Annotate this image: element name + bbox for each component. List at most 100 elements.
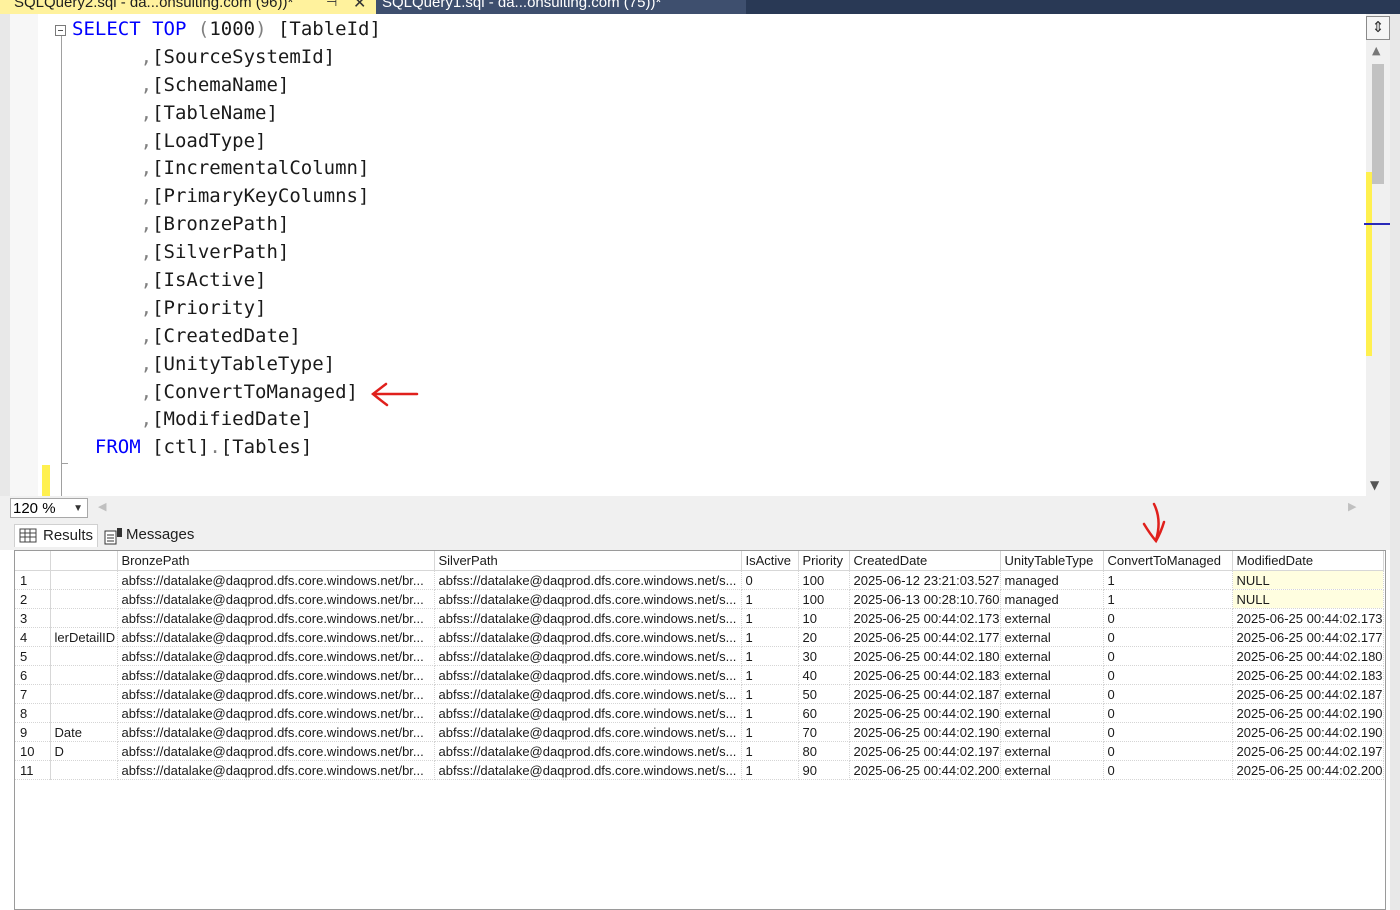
- cell-column-modifieddate[interactable]: 2025-06-25 00:44:02.187: [1232, 684, 1384, 704]
- table-row[interactable]: 4 lerDetailID abfss://datalake@daqprod.dfs…: [15, 627, 1384, 647]
- cell-column-bronzepath[interactable]: abfss://datalake@daqprod.dfs.core.window…: [117, 608, 435, 628]
- cell-column-converttomanaged[interactable]: 0: [1103, 722, 1233, 742]
- cell-column-unitytabletype[interactable]: external: [1000, 760, 1104, 780]
- cell-column-modifieddate[interactable]: 2025-06-25 00:44:02.200: [1232, 760, 1384, 780]
- cell-column-bronzepath[interactable]: abfss://datalake@daqprod.dfs.core.window…: [117, 665, 435, 685]
- cell-column-silverpath[interactable]: abfss://datalake@daqprod.dfs.core.window…: [434, 570, 742, 590]
- cell-column-silverpath[interactable]: abfss://datalake@daqprod.dfs.core.window…: [434, 722, 742, 742]
- header-column-silverpath[interactable]: SilverPath: [434, 551, 742, 571]
- scroll-down-icon[interactable]: ▼: [1370, 478, 1379, 492]
- header-column-partial[interactable]: [50, 551, 118, 571]
- cell-column-silverpath[interactable]: abfss://datalake@daqprod.dfs.core.window…: [434, 627, 742, 647]
- zoom-select[interactable]: 120 % ▼: [10, 498, 88, 518]
- table-row[interactable]: 1 abfss://datalake@daqprod.dfs.core.windo…: [15, 570, 1384, 590]
- cell-column-createddate[interactable]: 2025-06-12 23:21:03.527: [849, 570, 1001, 590]
- query-editor[interactable]: SELECT TOP (1000) [TableId] ,[SourceSyst…: [0, 14, 1366, 496]
- cell-row-number[interactable]: 1: [15, 570, 51, 590]
- cell-column-isactive[interactable]: 1: [741, 665, 799, 685]
- table-row[interactable]: 10 Dabfss://datalake@daqprod.dfs.core.win…: [15, 741, 1384, 761]
- results-table[interactable]: BronzePath SilverPath IsActive Priority Crea…: [15, 551, 1384, 780]
- cell-column-unitytabletype[interactable]: external: [1000, 608, 1104, 628]
- pin-icon[interactable]: ⊣: [326, 0, 337, 10]
- sql-code[interactable]: SELECT TOP (1000) [TableId] ,[SourceSyst…: [72, 16, 381, 462]
- cell-column-converttomanaged[interactable]: 0: [1103, 665, 1233, 685]
- cell-column-priority[interactable]: 30: [798, 646, 850, 666]
- table-row[interactable]: 3 abfss://datalake@daqprod.dfs.core.windo…: [15, 608, 1384, 628]
- tab-messages[interactable]: Messages: [100, 524, 196, 546]
- cell-column-partial[interactable]: [50, 665, 118, 685]
- header-row-number[interactable]: [15, 551, 51, 571]
- cell-column-unitytabletype[interactable]: external: [1000, 646, 1104, 666]
- scroll-up-icon[interactable]: ▲: [1372, 44, 1380, 57]
- cell-column-createddate[interactable]: 2025-06-25 00:44:02.180: [849, 646, 1001, 666]
- cell-column-modifieddate[interactable]: 2025-06-25 00:44:02.180: [1232, 646, 1384, 666]
- cell-column-priority[interactable]: 40: [798, 665, 850, 685]
- cell-column-bronzepath[interactable]: abfss://datalake@daqprod.dfs.core.window…: [117, 627, 435, 647]
- cell-column-priority[interactable]: 70: [798, 722, 850, 742]
- cell-column-createddate[interactable]: 2025-06-25 00:44:02.173: [849, 608, 1001, 628]
- cell-column-modifieddate[interactable]: 2025-06-25 00:44:02.190: [1232, 722, 1384, 742]
- cell-column-converttomanaged[interactable]: 0: [1103, 646, 1233, 666]
- cell-column-partial[interactable]: [50, 608, 118, 628]
- cell-column-converttomanaged[interactable]: 0: [1103, 703, 1233, 723]
- cell-column-priority[interactable]: 80: [798, 741, 850, 761]
- header-column-bronzepath[interactable]: BronzePath: [117, 551, 435, 571]
- cell-column-priority[interactable]: 50: [798, 684, 850, 704]
- cell-column-isactive[interactable]: 0: [741, 570, 799, 590]
- cell-column-createddate[interactable]: 2025-06-25 00:44:02.190: [849, 703, 1001, 723]
- cell-column-priority[interactable]: 10: [798, 608, 850, 628]
- cell-column-createddate[interactable]: 2025-06-25 00:44:02.200: [849, 760, 1001, 780]
- cell-column-modifieddate[interactable]: NULL: [1232, 570, 1384, 590]
- cell-column-isactive[interactable]: 1: [741, 741, 799, 761]
- cell-column-isactive[interactable]: 1: [741, 646, 799, 666]
- table-row[interactable]: 6 abfss://datalake@daqprod.dfs.core.windo…: [15, 665, 1384, 685]
- tab-sqlquery1[interactable]: SQLQuery1.sql - da...onsulting.com (75))…: [376, 0, 746, 14]
- cell-column-createddate[interactable]: 2025-06-25 00:44:02.187: [849, 684, 1001, 704]
- editor-horizontal-scrollbar[interactable]: [0, 496, 1390, 520]
- cell-column-silverpath[interactable]: abfss://datalake@daqprod.dfs.core.window…: [434, 608, 742, 628]
- cell-column-unitytabletype[interactable]: external: [1000, 722, 1104, 742]
- cell-column-silverpath[interactable]: abfss://datalake@daqprod.dfs.core.window…: [434, 646, 742, 666]
- cell-column-modifieddate[interactable]: 2025-06-25 00:44:02.173: [1232, 608, 1384, 628]
- cell-column-unitytabletype[interactable]: external: [1000, 665, 1104, 685]
- cell-column-bronzepath[interactable]: abfss://datalake@daqprod.dfs.core.window…: [117, 589, 435, 609]
- cell-column-silverpath[interactable]: abfss://datalake@daqprod.dfs.core.window…: [434, 760, 742, 780]
- cell-column-modifieddate[interactable]: 2025-06-25 00:44:02.177: [1232, 627, 1384, 647]
- cell-column-bronzepath[interactable]: abfss://datalake@daqprod.dfs.core.window…: [117, 703, 435, 723]
- table-row[interactable]: 8 abfss://datalake@daqprod.dfs.core.windo…: [15, 703, 1384, 723]
- cell-column-unitytabletype[interactable]: managed: [1000, 589, 1104, 609]
- table-row[interactable]: 9 Date abfss://datalake@daqprod.dfs.core.w…: [15, 722, 1384, 742]
- cell-column-bronzepath[interactable]: abfss://datalake@daqprod.dfs.core.window…: [117, 684, 435, 704]
- close-icon[interactable]: ✕: [353, 0, 366, 12]
- cell-column-partial[interactable]: [50, 646, 118, 666]
- header-column-priority[interactable]: Priority: [798, 551, 850, 571]
- scrollbar-thumb[interactable]: [1372, 64, 1384, 184]
- tab-results[interactable]: Results: [14, 524, 98, 547]
- cell-column-partial[interactable]: [50, 760, 118, 780]
- cell-column-bronzepath[interactable]: abfss://datalake@daqprod.dfs.core.window…: [117, 570, 435, 590]
- cell-column-modifieddate[interactable]: 2025-06-25 00:44:02.197: [1232, 741, 1384, 761]
- cell-column-unitytabletype[interactable]: managed: [1000, 570, 1104, 590]
- cell-column-silverpath[interactable]: abfss://datalake@daqprod.dfs.core.window…: [434, 665, 742, 685]
- header-column-modifieddate[interactable]: ModifiedDate: [1232, 551, 1384, 571]
- cell-column-silverpath[interactable]: abfss://datalake@daqprod.dfs.core.window…: [434, 703, 742, 723]
- cell-column-priority[interactable]: 90: [798, 760, 850, 780]
- split-window-icon[interactable]: ⇕: [1366, 16, 1390, 40]
- cell-column-partial[interactable]: Date: [50, 722, 118, 742]
- table-row[interactable]: 11 abfss://datalake@daqprod.dfs.core.wind…: [15, 760, 1384, 780]
- cell-row-number[interactable]: 8: [15, 703, 51, 723]
- cell-row-number[interactable]: 6: [15, 665, 51, 685]
- collapse-icon[interactable]: [55, 25, 66, 36]
- table-row[interactable]: 2 abfss://datalake@daqprod.dfs.core.windo…: [15, 589, 1384, 609]
- cell-column-isactive[interactable]: 1: [741, 608, 799, 628]
- cell-column-bronzepath[interactable]: abfss://datalake@daqprod.dfs.core.window…: [117, 646, 435, 666]
- cell-column-priority[interactable]: 100: [798, 570, 850, 590]
- tab-sqlquery2[interactable]: SQLQuery2.sql - da...onsulting.com (96))…: [0, 0, 376, 14]
- cell-column-bronzepath[interactable]: abfss://datalake@daqprod.dfs.core.window…: [117, 722, 435, 742]
- cell-column-priority[interactable]: 100: [798, 589, 850, 609]
- cell-column-isactive[interactable]: 1: [741, 760, 799, 780]
- cell-column-modifieddate[interactable]: 2025-06-25 00:44:02.190: [1232, 703, 1384, 723]
- cell-row-number[interactable]: 10: [15, 741, 51, 761]
- cell-column-partial[interactable]: [50, 703, 118, 723]
- cell-row-number[interactable]: 5: [15, 646, 51, 666]
